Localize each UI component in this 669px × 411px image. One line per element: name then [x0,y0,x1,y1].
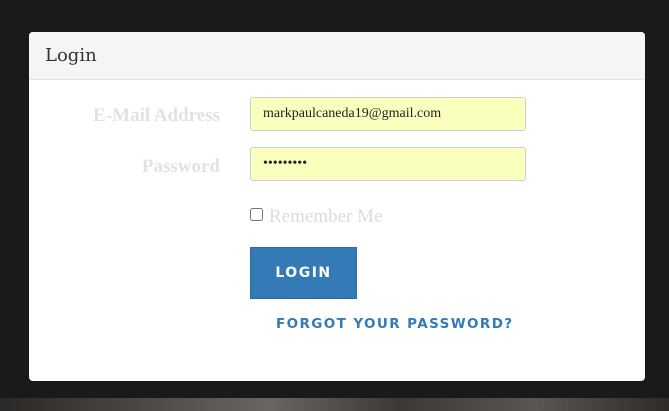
login-panel: Login E-Mail Address Password Remember M… [29,32,645,381]
password-field[interactable] [250,147,526,181]
panel-heading: Login [29,32,645,80]
forgot-password-link[interactable]: FORGOT YOUR PASSWORD? [276,316,514,332]
background-image-strip [0,398,669,411]
email-field[interactable] [250,97,526,131]
login-button[interactable]: LOGIN [250,247,357,299]
password-label: Password [141,156,220,177]
remember-me-label: Remember Me [269,206,383,227]
email-label: E-Mail Address [93,105,220,126]
panel-title: Login [45,45,97,66]
remember-me-checkbox[interactable] [250,208,263,221]
